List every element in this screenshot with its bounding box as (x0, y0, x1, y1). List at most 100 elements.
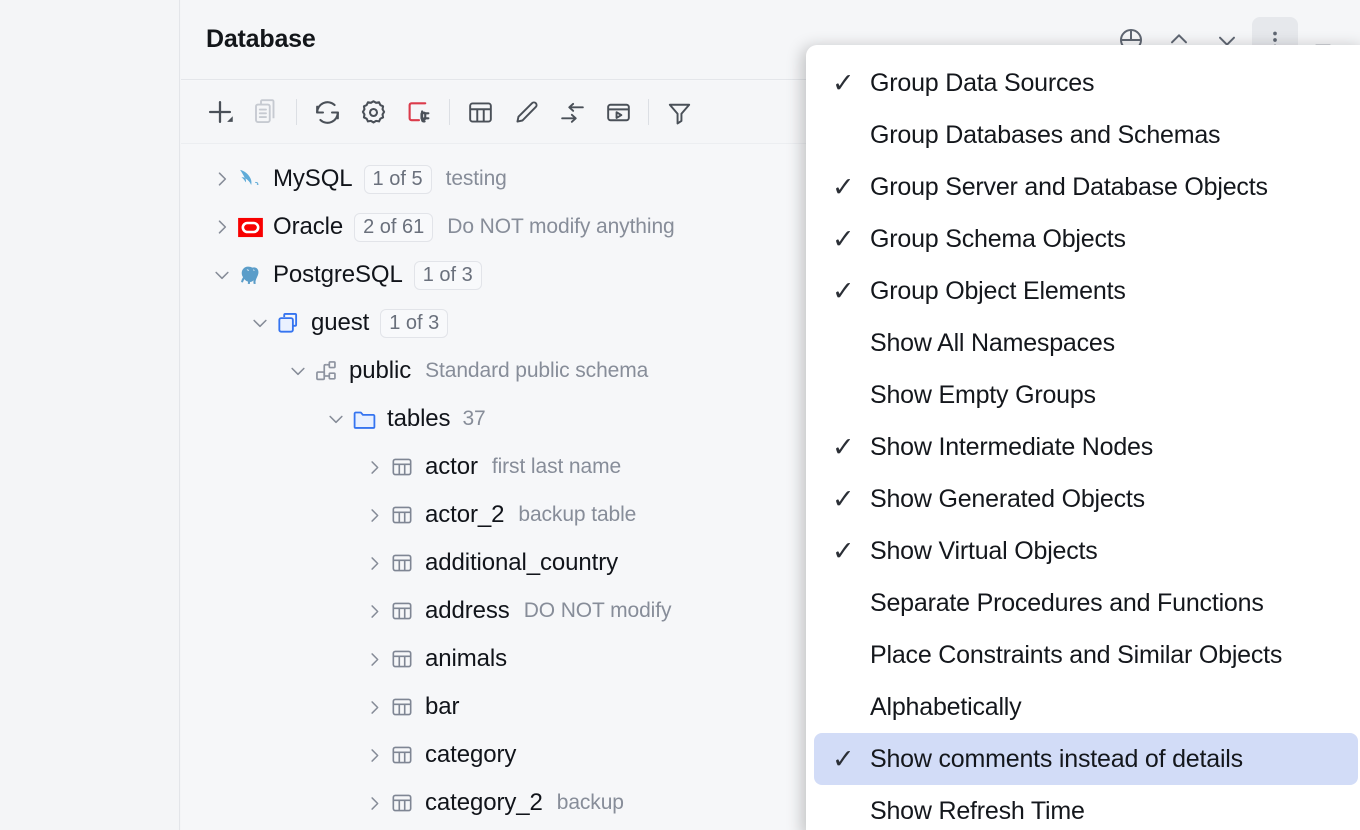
node-count-badge: 1 of 3 (380, 309, 448, 338)
chevron-right-icon[interactable] (361, 454, 387, 480)
menu-item-group-server-and-database-objects[interactable]: ✓ Group Server and Database Objects (814, 161, 1358, 213)
chevron-right-icon[interactable] (361, 502, 387, 528)
node-count: 37 (462, 407, 485, 431)
check-icon: ✓ (832, 486, 870, 513)
toolbar-divider (296, 99, 297, 125)
menu-item-separate-procedures-and-functions[interactable]: Separate Procedures and Functions (814, 577, 1358, 629)
chevron-right-icon[interactable] (361, 598, 387, 624)
disconnect-icon[interactable] (396, 89, 442, 135)
menu-item-show-empty-groups[interactable]: Show Empty Groups (814, 369, 1358, 421)
node-comment: Do NOT modify anything (447, 215, 674, 239)
node-comment: backup table (518, 503, 636, 527)
menu-item-label: Separate Procedures and Functions (870, 589, 1264, 618)
tree-node-label: additional_country (425, 549, 618, 577)
chevron-right-icon[interactable] (361, 694, 387, 720)
console-icon[interactable] (595, 89, 641, 135)
menu-item-label: Show comments instead of details (870, 745, 1243, 774)
menu-item-label: Show Virtual Objects (870, 537, 1098, 566)
tree-node-label: PostgreSQL (273, 261, 403, 289)
tree-node-label: bar (425, 693, 459, 721)
menu-item-alphabetically[interactable]: Alphabetically (814, 681, 1358, 733)
node-comment: testing (446, 167, 507, 191)
chevron-right-icon[interactable] (361, 646, 387, 672)
chevron-right-icon[interactable] (209, 214, 235, 240)
table-icon (387, 693, 417, 721)
chevron-down-icon[interactable] (247, 310, 273, 336)
table-icon (387, 453, 417, 481)
menu-item-label: Group Databases and Schemas (870, 121, 1220, 150)
jump-to-icon[interactable] (549, 89, 595, 135)
menu-item-show-virtual-objects[interactable]: ✓ Show Virtual Objects (814, 525, 1358, 577)
menu-item-label: Group Schema Objects (870, 225, 1126, 254)
menu-item-place-constraints-and-similar-objects[interactable]: Place Constraints and Similar Objects (814, 629, 1358, 681)
tree-node-label: Oracle (273, 213, 343, 241)
mysql-dolphin-icon (235, 165, 265, 193)
add-icon[interactable] (197, 89, 243, 135)
menu-item-label: Show Empty Groups (870, 381, 1096, 410)
postgresql-elephant-icon (235, 261, 265, 289)
node-count-badge: 1 of 3 (414, 261, 482, 290)
tool-window-strip (0, 0, 180, 830)
menu-item-group-databases-and-schemas[interactable]: Group Databases and Schemas (814, 109, 1358, 161)
menu-item-show-all-namespaces[interactable]: Show All Namespaces (814, 317, 1358, 369)
chevron-right-icon[interactable] (361, 790, 387, 816)
tree-node-label: MySQL (273, 165, 353, 193)
node-count-badge: 2 of 61 (354, 213, 433, 242)
node-comment: DO NOT modify (524, 599, 672, 623)
check-icon: ✓ (832, 70, 870, 97)
filter-icon[interactable] (656, 89, 702, 135)
view-options-menu[interactable]: ✓ Group Data Sources Group Databases and… (806, 45, 1360, 830)
check-icon: ✓ (832, 434, 870, 461)
check-icon: ✓ (832, 174, 870, 201)
node-comment: first last name (492, 455, 621, 479)
menu-item-label: Group Server and Database Objects (870, 173, 1268, 202)
chevron-right-icon[interactable] (209, 166, 235, 192)
menu-item-show-intermediate-nodes[interactable]: ✓ Show Intermediate Nodes (814, 421, 1358, 473)
table-icon (387, 501, 417, 529)
menu-item-show-comments-instead-of-details[interactable]: ✓ Show comments instead of details (814, 733, 1358, 785)
menu-item-show-refresh-time[interactable]: Show Refresh Time (814, 785, 1358, 830)
menu-item-label: Show Intermediate Nodes (870, 433, 1153, 462)
chevron-down-icon[interactable] (285, 358, 311, 384)
duplicate-icon[interactable] (243, 89, 289, 135)
check-icon: ✓ (832, 278, 870, 305)
table-icon (387, 549, 417, 577)
refresh-icon[interactable] (304, 89, 350, 135)
menu-item-label: Show All Namespaces (870, 329, 1115, 358)
table-icon (387, 789, 417, 817)
tree-node-label: public (349, 357, 411, 385)
table-icon (387, 741, 417, 769)
toolbar-divider (648, 99, 649, 125)
menu-item-show-generated-objects[interactable]: ✓ Show Generated Objects (814, 473, 1358, 525)
table-icon[interactable] (457, 89, 503, 135)
settings-icon[interactable] (350, 89, 396, 135)
menu-item-group-object-elements[interactable]: ✓ Group Object Elements (814, 265, 1358, 317)
tree-node-label: actor_2 (425, 501, 504, 529)
tree-node-label: actor (425, 453, 478, 481)
check-icon: ✓ (832, 538, 870, 565)
page-title: Database (206, 25, 316, 54)
check-icon: ✓ (832, 226, 870, 253)
table-icon (387, 597, 417, 625)
chevron-down-icon[interactable] (323, 406, 349, 432)
table-icon (387, 645, 417, 673)
tree-node-label: tables (387, 405, 450, 433)
menu-item-label: Group Object Elements (870, 277, 1126, 306)
menu-item-group-schema-objects[interactable]: ✓ Group Schema Objects (814, 213, 1358, 265)
oracle-icon (235, 213, 265, 241)
toolbar-divider (449, 99, 450, 125)
menu-item-label: Group Data Sources (870, 69, 1094, 98)
menu-item-label: Place Constraints and Similar Objects (870, 641, 1282, 670)
edit-icon[interactable] (503, 89, 549, 135)
menu-item-label: Alphabetically (870, 693, 1021, 722)
chevron-right-icon[interactable] (361, 550, 387, 576)
tree-node-label: guest (311, 309, 369, 337)
menu-item-label: Show Generated Objects (870, 485, 1145, 514)
chevron-down-icon[interactable] (209, 262, 235, 288)
tree-node-label: address (425, 597, 510, 625)
menu-item-group-data-sources[interactable]: ✓ Group Data Sources (814, 57, 1358, 109)
tree-node-label: category_2 (425, 789, 543, 817)
chevron-right-icon[interactable] (361, 742, 387, 768)
database-icon (273, 309, 303, 337)
folder-icon (349, 405, 379, 433)
